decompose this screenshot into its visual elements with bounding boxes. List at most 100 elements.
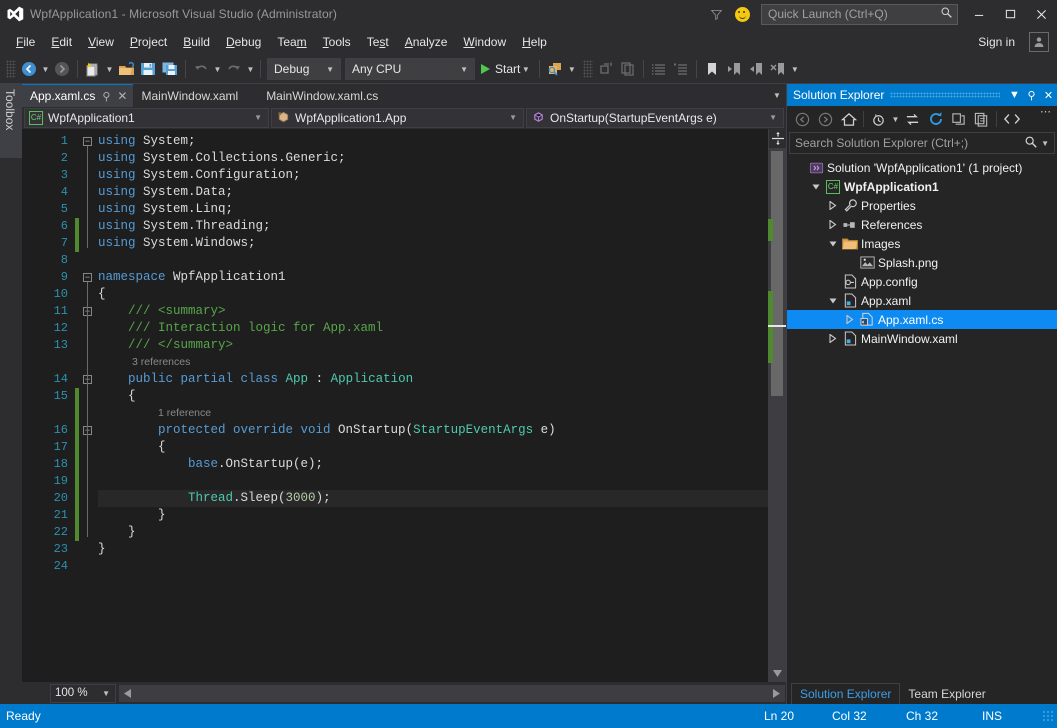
- tree-item[interactable]: Images: [787, 234, 1057, 253]
- code-line[interactable]: base.OnStartup(e);: [98, 456, 768, 473]
- code-line[interactable]: public partial class App : Application: [98, 371, 768, 388]
- forward-icon[interactable]: [814, 108, 837, 130]
- chevron-right-icon[interactable]: [842, 315, 858, 324]
- back-icon[interactable]: [791, 108, 814, 130]
- tab-list-icon[interactable]: ▼: [768, 84, 786, 107]
- redo-dropdown-icon[interactable]: ▼: [245, 65, 256, 74]
- save-all-icon[interactable]: [159, 58, 181, 80]
- menu-window[interactable]: Window: [455, 31, 514, 53]
- code-line[interactable]: {: [98, 439, 768, 456]
- home-icon[interactable]: [837, 108, 860, 130]
- solution-platform-combo[interactable]: Any CPU ▼: [345, 58, 475, 80]
- outlining-collapse-icon[interactable]: −: [83, 273, 92, 282]
- navigate-backward-icon[interactable]: [18, 58, 40, 80]
- code-line[interactable]: }: [98, 524, 768, 541]
- copy-icon[interactable]: [617, 58, 639, 80]
- code-line[interactable]: using System.Collections.Generic;: [98, 150, 768, 167]
- new-project-icon[interactable]: [82, 58, 104, 80]
- uncomment-icon[interactable]: [670, 58, 692, 80]
- chevron-right-icon[interactable]: [825, 220, 841, 229]
- minimize-button[interactable]: [964, 0, 995, 28]
- chevron-down-icon[interactable]: ▼: [1038, 139, 1052, 148]
- tree-item[interactable]: Splash.png: [787, 253, 1057, 272]
- code-line[interactable]: }: [98, 507, 768, 524]
- menu-team[interactable]: Team: [269, 31, 314, 53]
- resize-grip[interactable]: [1042, 710, 1054, 722]
- code-line[interactable]: /// </summary>: [98, 337, 768, 354]
- next-bookmark-icon[interactable]: [745, 58, 767, 80]
- close-icon[interactable]: ✕: [1040, 84, 1057, 106]
- menu-file[interactable]: File: [8, 31, 43, 53]
- code-line[interactable]: /// Interaction logic for App.xaml: [98, 320, 768, 337]
- tree-item[interactable]: References: [787, 215, 1057, 234]
- clear-bookmarks-icon[interactable]: [767, 58, 789, 80]
- tree-item[interactable]: App.xaml.cs: [787, 310, 1057, 329]
- toolbar-grip-2[interactable]: [583, 60, 594, 78]
- navbar-project-combo[interactable]: C# WpfApplication1 ▼: [24, 107, 269, 128]
- code-line[interactable]: }: [98, 541, 768, 558]
- chevron-down-icon[interactable]: ▼: [1006, 84, 1023, 106]
- smiley-feedback-icon[interactable]: [729, 0, 755, 28]
- navbar-type-combo[interactable]: WpfApplication1.App ▼: [271, 107, 524, 128]
- tree-item[interactable]: Properties: [787, 196, 1057, 215]
- chevron-right-icon[interactable]: [825, 334, 841, 343]
- breakpoint-margin[interactable]: [22, 129, 40, 682]
- menu-project[interactable]: Project: [122, 31, 175, 53]
- magnifier-icon[interactable]: [1024, 135, 1038, 152]
- redo-icon[interactable]: [223, 58, 245, 80]
- tab-solution-explorer[interactable]: Solution Explorer: [791, 683, 901, 704]
- code-line[interactable]: {: [98, 286, 768, 303]
- tree-item[interactable]: App.config: [787, 272, 1057, 291]
- sync-with-active-document-icon[interactable]: [901, 108, 924, 130]
- menu-build[interactable]: Build: [175, 31, 218, 53]
- scroll-down-button[interactable]: [768, 664, 786, 682]
- code-line[interactable]: [98, 252, 768, 269]
- bookmark-icon[interactable]: [701, 58, 723, 80]
- navigate-forward-icon[interactable]: [51, 58, 73, 80]
- tab-team-explorer[interactable]: Team Explorer: [900, 683, 993, 704]
- outlining-margin[interactable]: −−−−−: [80, 129, 98, 682]
- code-line[interactable]: [98, 473, 768, 490]
- menu-view[interactable]: View: [80, 31, 122, 53]
- split-view-icon[interactable]: [769, 129, 786, 148]
- tree-item[interactable]: App.xaml: [787, 291, 1057, 310]
- editor-horizontal-scrollbar[interactable]: [119, 684, 785, 702]
- code-line[interactable]: using System.Threading;: [98, 218, 768, 235]
- navigate-backward-dropdown-icon[interactable]: ▼: [40, 65, 51, 74]
- editor-vertical-scrollbar[interactable]: [768, 129, 786, 682]
- solution-tree[interactable]: Solution 'WpfApplication1' (1 project) C#…: [787, 156, 1057, 681]
- document-tab-mainwindow-xaml-cs[interactable]: MainWindow.xaml.cs: [244, 84, 385, 107]
- code-line[interactable]: Thread.Sleep(3000);: [98, 490, 768, 507]
- save-icon[interactable]: [137, 58, 159, 80]
- step-out-icon[interactable]: [595, 58, 617, 80]
- code-line[interactable]: using System.Linq;: [98, 201, 768, 218]
- code-editor[interactable]: 1 2 3 4 5 6 7 8 9 10 11 12 13 14 15 16 17 18 19 20 21 22 23 24 …: [22, 129, 786, 682]
- solution-explorer-search[interactable]: ▼: [789, 132, 1055, 154]
- menu-edit[interactable]: Edit: [43, 31, 80, 53]
- close-button[interactable]: [1026, 0, 1057, 28]
- attach-dropdown-icon[interactable]: ▼: [566, 65, 577, 74]
- navbar-member-combo[interactable]: OnStartup(StartupEventArgs e) ▼: [526, 107, 784, 128]
- start-debug-button[interactable]: Start ▼: [477, 58, 535, 80]
- toolbar-overflow-icon[interactable]: ▼: [789, 65, 800, 74]
- document-tab-mainwindow-xaml[interactable]: MainWindow.xaml: [133, 84, 245, 107]
- code-text-surface[interactable]: using System; using System.Collections.Ge…: [98, 129, 768, 682]
- code-line[interactable]: namespace WpfApplication1: [98, 269, 768, 286]
- code-line[interactable]: using System.Data;: [98, 184, 768, 201]
- outlining-collapse-icon[interactable]: −: [83, 137, 92, 146]
- drag-handle[interactable]: [890, 92, 1000, 98]
- quick-launch-box[interactable]: [761, 3, 958, 25]
- code-line[interactable]: using System;: [98, 133, 768, 150]
- code-line[interactable]: using System.Windows;: [98, 235, 768, 252]
- chevron-down-icon[interactable]: [825, 297, 841, 305]
- scroll-left-button[interactable]: [119, 685, 136, 702]
- maximize-button[interactable]: [995, 0, 1026, 28]
- menu-analyze[interactable]: Analyze: [397, 31, 456, 53]
- view-code-icon[interactable]: [1000, 108, 1023, 130]
- tree-item[interactable]: C# WpfApplication1: [787, 177, 1057, 196]
- collapse-all-icon[interactable]: [947, 108, 970, 130]
- menu-help[interactable]: Help: [514, 31, 555, 53]
- refresh-icon[interactable]: [924, 108, 947, 130]
- code-line[interactable]: using System.Configuration;: [98, 167, 768, 184]
- toolbar-overflow-icon[interactable]: ⋯: [1034, 107, 1057, 130]
